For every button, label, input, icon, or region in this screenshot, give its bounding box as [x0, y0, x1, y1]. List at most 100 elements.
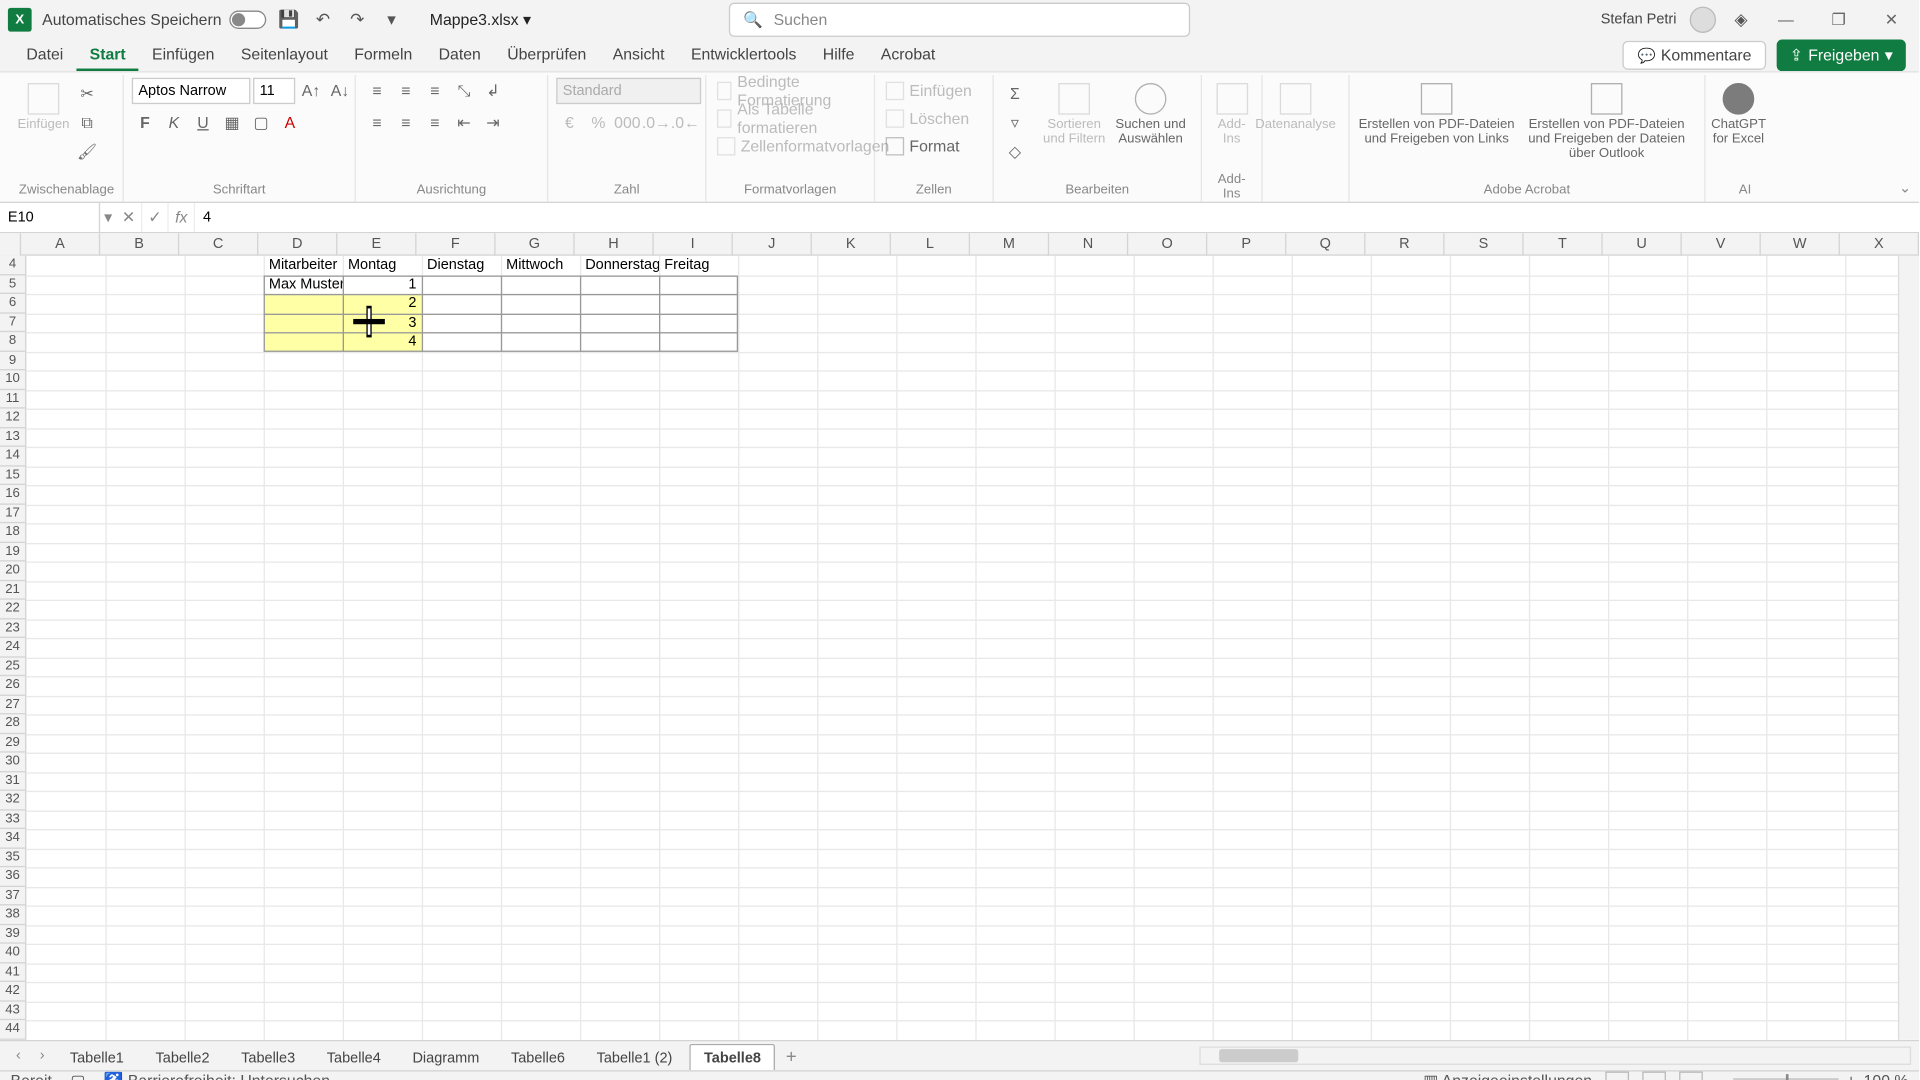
col-header-L[interactable]: L	[891, 233, 970, 255]
row-header-43[interactable]: 43	[0, 1001, 25, 1020]
autosave-toggle[interactable]: Automatisches Speichern	[42, 11, 266, 29]
row-header-44[interactable]: 44	[0, 1020, 25, 1039]
row-header-15[interactable]: 15	[0, 466, 25, 485]
row-header-30[interactable]: 30	[0, 753, 25, 772]
row-header-18[interactable]: 18	[0, 523, 25, 542]
undo-icon[interactable]: ↶	[311, 8, 335, 32]
row-header-16[interactable]: 16	[0, 485, 25, 504]
decimal-dec-icon[interactable]: .0←	[672, 109, 698, 135]
row-header-38[interactable]: 38	[0, 905, 25, 924]
row-header-4[interactable]: 4	[0, 256, 25, 275]
cell-f5[interactable]: Dienstag	[424, 256, 500, 275]
row-header-21[interactable]: 21	[0, 581, 25, 600]
cell-e7[interactable]: 2	[343, 294, 419, 313]
ribbon-tab-seitenlayout[interactable]: Seitenlayout	[228, 40, 341, 72]
row-header-34[interactable]: 34	[0, 829, 25, 848]
row-header-28[interactable]: 28	[0, 714, 25, 733]
row-header-31[interactable]: 31	[0, 772, 25, 791]
col-header-P[interactable]: P	[1207, 233, 1286, 255]
cell-e9[interactable]: 4	[343, 332, 419, 351]
indent-inc-icon[interactable]: ⇥	[480, 109, 506, 135]
row-header-6[interactable]: 6	[0, 294, 25, 313]
col-header-I[interactable]: I	[654, 233, 733, 255]
zoom-control[interactable]: − + 100 %	[1716, 1071, 1909, 1080]
row-header-22[interactable]: 22	[0, 600, 25, 619]
col-header-W[interactable]: W	[1761, 233, 1840, 255]
col-header-G[interactable]: G	[496, 233, 575, 255]
toggle-off-icon[interactable]	[229, 11, 266, 29]
save-icon[interactable]: 💾	[277, 8, 301, 32]
sheet-tab-diagramm[interactable]: Diagramm	[398, 1044, 494, 1070]
align-middle-icon[interactable]: ≡	[393, 78, 419, 104]
row-header-5[interactable]: 5	[0, 275, 25, 294]
col-header-B[interactable]: B	[100, 233, 179, 255]
col-header-X[interactable]: X	[1840, 233, 1919, 255]
format-as-table-button[interactable]: Als Tabelle formatieren	[714, 105, 866, 131]
col-header-K[interactable]: K	[812, 233, 891, 255]
page-layout-view-icon[interactable]	[1642, 1071, 1666, 1080]
row-header-13[interactable]: 13	[0, 428, 25, 447]
bold-button[interactable]: F	[132, 109, 158, 135]
row-header-25[interactable]: 25	[0, 657, 25, 676]
thousands-icon[interactable]: 000	[614, 109, 640, 135]
row-header-29[interactable]: 29	[0, 733, 25, 752]
row-header-14[interactable]: 14	[0, 447, 25, 466]
font-name-combo[interactable]: Aptos Narrow	[132, 78, 251, 104]
share-button[interactable]: ⇪ Freigeben ▾	[1776, 40, 1905, 72]
name-box[interactable]: E10	[0, 203, 100, 232]
ribbon-tab-hilfe[interactable]: Hilfe	[810, 40, 868, 72]
col-header-S[interactable]: S	[1445, 233, 1524, 255]
row-header-20[interactable]: 20	[0, 561, 25, 580]
col-header-U[interactable]: U	[1603, 233, 1682, 255]
paste-button[interactable]: Einfügen	[18, 78, 68, 173]
addins-button[interactable]: Add-Ins	[1210, 78, 1253, 173]
row-header-10[interactable]: 10	[0, 370, 25, 389]
formula-input[interactable]: 4	[195, 210, 219, 226]
ribbon-tab-einfügen[interactable]: Einfügen	[139, 40, 228, 72]
qat-customize-icon[interactable]: ▾	[380, 8, 404, 32]
collapse-ribbon-icon[interactable]: ⌄	[1899, 179, 1911, 196]
number-format-combo[interactable]: Standard	[556, 78, 701, 104]
create-pdf-link-button[interactable]: Erstellen von PDF-Dateien und Freigeben …	[1358, 78, 1516, 173]
format-cells-button[interactable]: Format	[883, 133, 962, 159]
sheet-tab-tabelle12[interactable]: Tabelle1 (2)	[582, 1044, 687, 1070]
page-break-view-icon[interactable]	[1679, 1071, 1703, 1080]
wrap-text-icon[interactable]: ↲	[480, 78, 506, 104]
grow-font-icon[interactable]: A↑	[298, 78, 324, 104]
select-all-button[interactable]	[0, 233, 21, 255]
col-header-D[interactable]: D	[258, 233, 337, 255]
ribbon-tab-überprüfen[interactable]: Überprüfen	[494, 40, 600, 72]
sort-filter-button[interactable]: Sortieren und Filtern	[1039, 78, 1110, 173]
row-header-33[interactable]: 33	[0, 810, 25, 829]
col-header-J[interactable]: J	[733, 233, 812, 255]
align-left-icon[interactable]: ≡	[364, 109, 390, 135]
col-header-R[interactable]: R	[1365, 233, 1444, 255]
sheet-tab-tabelle8[interactable]: Tabelle8	[689, 1044, 775, 1070]
row-header-26[interactable]: 26	[0, 676, 25, 695]
row-header-7[interactable]: 7	[0, 313, 25, 332]
row-header-24[interactable]: 24	[0, 638, 25, 657]
col-header-O[interactable]: O	[1128, 233, 1207, 255]
accessibility-status[interactable]: ♿ Barrierefreiheit: Untersuchen	[104, 1071, 330, 1080]
cell-styles-button[interactable]: Zellenformatvorlagen	[714, 133, 892, 159]
zoom-out-icon[interactable]: −	[1716, 1071, 1725, 1080]
align-top-icon[interactable]: ≡	[364, 78, 390, 104]
ribbon-tab-daten[interactable]: Daten	[425, 40, 494, 72]
cancel-formula-icon[interactable]: ✕	[116, 203, 142, 232]
indent-dec-icon[interactable]: ⇤	[451, 109, 477, 135]
underline-button[interactable]: U	[190, 109, 216, 135]
row-header-9[interactable]: 9	[0, 351, 25, 370]
find-select-button[interactable]: Suchen und Auswählen	[1115, 78, 1186, 173]
cell-d6[interactable]: Max Mustern	[266, 275, 342, 294]
sheet-nav-prev-icon[interactable]: ‹	[8, 1045, 29, 1066]
ribbon-tab-formeln[interactable]: Formeln	[341, 40, 425, 72]
font-size-combo[interactable]: 11	[253, 78, 295, 104]
sheet-nav-next-icon[interactable]: ›	[32, 1045, 53, 1066]
fill-color-icon[interactable]: ▢	[248, 109, 274, 135]
ribbon-tab-datei[interactable]: Datei	[13, 40, 76, 72]
insert-cells-button[interactable]: Einfügen	[883, 78, 974, 104]
row-header-23[interactable]: 23	[0, 619, 25, 638]
delete-cells-button[interactable]: Löschen	[883, 105, 972, 131]
row-header-42[interactable]: 42	[0, 982, 25, 1001]
enter-formula-icon[interactable]: ✓	[142, 203, 168, 232]
